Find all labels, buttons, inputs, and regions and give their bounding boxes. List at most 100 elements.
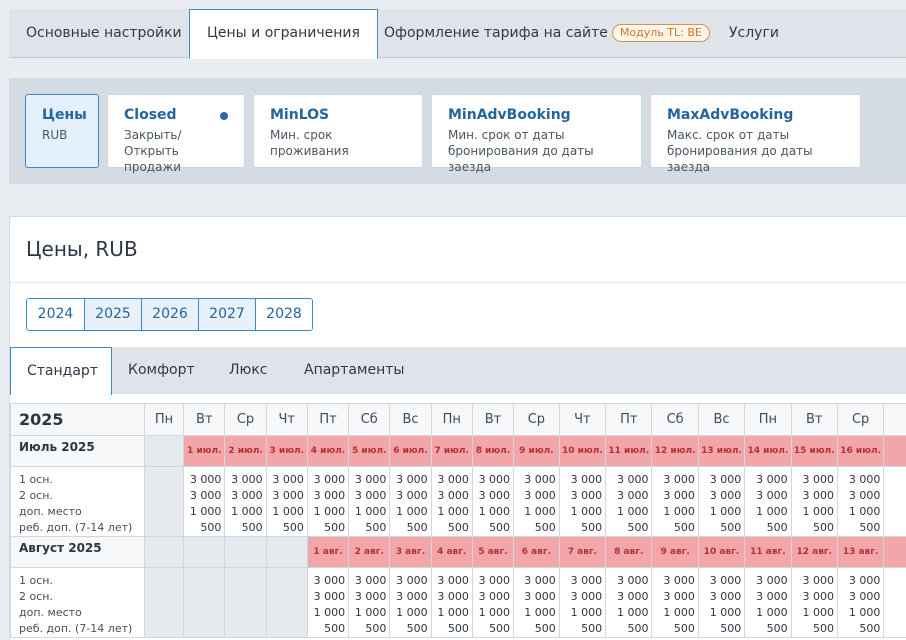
date-header[interactable]: 11 авг. bbox=[744, 536, 792, 568]
price-cell[interactable] bbox=[883, 567, 906, 638]
card-closed[interactable]: Closed Закрыть/Открыть продажи bbox=[107, 94, 245, 174]
date-header[interactable]: 6 июл. bbox=[389, 435, 432, 467]
price-cell[interactable]: 3 000 3 000 1 000 500 bbox=[558, 466, 607, 537]
year-button[interactable]: 2027 bbox=[198, 299, 255, 330]
date-header[interactable]: 2 июл. bbox=[224, 435, 267, 467]
card-prices[interactable]: Цены RUB bbox=[25, 94, 99, 168]
tab-standard[interactable]: Стандарт bbox=[10, 347, 112, 395]
price-value: 500 bbox=[581, 521, 603, 534]
price-cell[interactable]: 3 000 3 000 1 000 500 bbox=[389, 466, 432, 537]
date-header[interactable]: 8 июл. bbox=[471, 435, 515, 467]
tab-basic-settings[interactable]: Основные настройки bbox=[9, 9, 199, 58]
price-value: 3 000 bbox=[437, 574, 469, 587]
occupancy-label: 2 осн. bbox=[19, 590, 53, 603]
date-header[interactable] bbox=[883, 435, 906, 467]
price-cell[interactable]: 3 000 3 000 1 000 500 bbox=[348, 466, 391, 537]
date-header[interactable]: 9 авг. bbox=[651, 536, 699, 568]
price-value: 3 000 bbox=[313, 489, 346, 502]
price-cell[interactable]: 3 000 3 000 1 000 500 bbox=[651, 567, 699, 638]
date-header[interactable]: 13 авг. bbox=[836, 536, 885, 568]
price-cell[interactable]: 3 000 3 000 1 000 500 bbox=[790, 466, 838, 537]
date-header[interactable]: 12 авг. bbox=[790, 536, 838, 568]
price-value: 1 000 bbox=[616, 505, 649, 518]
card-minlos[interactable]: MinLOS Мин. срок проживания bbox=[253, 94, 423, 168]
price-cell[interactable]: 3 000 3 000 1 000 500 bbox=[471, 567, 515, 638]
price-cell[interactable]: 3 000 3 000 1 000 500 bbox=[430, 466, 473, 537]
year-button[interactable]: 2028 bbox=[255, 299, 312, 330]
date-header[interactable]: 1 июл. bbox=[183, 435, 226, 467]
room-type-tabs: Стандарт Комфорт Люкс Апартаменты bbox=[10, 347, 906, 395]
tab-prices-restrictions[interactable]: Цены и ограничения bbox=[189, 9, 378, 59]
price-cell[interactable]: 3 000 3 000 1 000 500 bbox=[513, 466, 560, 537]
tab-comfort[interactable]: Комфорт bbox=[112, 347, 211, 394]
card-desc: бронирования до даты заезда bbox=[667, 144, 813, 174]
price-cell[interactable]: 3 000 3 000 1 000 500 bbox=[605, 567, 653, 638]
date-header[interactable]: 7 июл. bbox=[430, 435, 473, 467]
date-header[interactable]: 11 июл. bbox=[605, 435, 653, 467]
price-value: 1 000 bbox=[848, 606, 881, 619]
price-cell[interactable]: 3 000 3 000 1 000 500 bbox=[265, 466, 308, 537]
card-minadvbooking[interactable]: MinAdvBooking Мин. срок от даты брониров… bbox=[431, 94, 642, 174]
date-header[interactable]: 10 авг. bbox=[697, 536, 746, 568]
price-cell[interactable]: 3 000 3 000 1 000 500 bbox=[389, 567, 432, 638]
date-header[interactable]: 12 июл. bbox=[651, 435, 699, 467]
price-cell[interactable]: 3 000 3 000 1 000 500 bbox=[558, 567, 607, 638]
weekday-header: Ср bbox=[224, 403, 267, 436]
price-value: 3 000 bbox=[437, 473, 469, 486]
divider bbox=[10, 282, 906, 283]
price-cell[interactable]: 3 000 3 000 1 000 500 bbox=[697, 567, 746, 638]
date-header[interactable] bbox=[883, 536, 906, 568]
price-cell[interactable]: 3 000 3 000 1 000 500 bbox=[651, 466, 699, 537]
tab-services[interactable]: Услуги bbox=[712, 9, 796, 58]
date-header[interactable]: 8 авг. bbox=[605, 536, 653, 568]
year-button[interactable]: 2025 bbox=[84, 299, 141, 330]
year-button[interactable]: 2024 bbox=[27, 299, 84, 330]
price-cell[interactable]: 3 000 3 000 1 000 500 bbox=[744, 466, 792, 537]
date-header[interactable]: 5 июл. bbox=[348, 435, 391, 467]
price-value: 3 000 bbox=[437, 489, 469, 502]
date-header[interactable]: 4 июл. bbox=[306, 435, 350, 467]
price-value: 3 000 bbox=[616, 574, 649, 587]
empty-cell bbox=[265, 536, 308, 568]
price-cell[interactable]: 3 000 3 000 1 000 500 bbox=[224, 466, 267, 537]
price-cell[interactable]: 3 000 3 000 1 000 500 bbox=[790, 567, 838, 638]
price-value: 3 000 bbox=[756, 489, 788, 502]
tab-lux[interactable]: Люкс bbox=[213, 347, 283, 394]
date-header[interactable]: 9 июл. bbox=[513, 435, 560, 467]
price-cell[interactable]: 3 000 3 000 1 000 500 bbox=[348, 567, 391, 638]
price-cell[interactable]: 3 000 3 000 1 000 500 bbox=[430, 567, 473, 638]
date-header[interactable]: 7 авг. bbox=[558, 536, 607, 568]
date-header[interactable]: 5 авг. bbox=[471, 536, 515, 568]
date-header[interactable]: 1 авг. bbox=[306, 536, 350, 568]
price-cell[interactable]: 3 000 3 000 1 000 500 bbox=[471, 466, 515, 537]
price-value: 3 000 bbox=[616, 473, 649, 486]
price-cell[interactable] bbox=[883, 466, 906, 537]
price-cell[interactable]: 3 000 3 000 1 000 500 bbox=[513, 567, 560, 638]
price-cell[interactable]: 3 000 3 000 1 000 500 bbox=[183, 466, 226, 537]
price-cell[interactable]: 3 000 3 000 1 000 500 bbox=[306, 567, 350, 638]
date-header[interactable]: 10 июл. bbox=[558, 435, 607, 467]
date-header[interactable]: 15 июл. bbox=[790, 435, 838, 467]
date-header[interactable]: 3 авг. bbox=[389, 536, 432, 568]
price-cell[interactable]: 3 000 3 000 1 000 500 bbox=[605, 466, 653, 537]
tab-label: Цены и ограничения bbox=[207, 25, 360, 41]
date-header[interactable]: 4 авг. bbox=[430, 536, 473, 568]
date-header[interactable]: 16 июл. bbox=[836, 435, 885, 467]
date-header[interactable]: 13 июл. bbox=[697, 435, 746, 467]
price-cell[interactable]: 3 000 3 000 1 000 500 bbox=[306, 466, 350, 537]
tab-apartments[interactable]: Апартаменты bbox=[288, 347, 420, 394]
tab-site-design[interactable]: Оформление тарифа на сайте Модуль TL: BE bbox=[367, 9, 727, 58]
price-cell[interactable]: 3 000 3 000 1 000 500 bbox=[836, 466, 885, 537]
year-button[interactable]: 2026 bbox=[141, 299, 198, 330]
price-cell[interactable]: 3 000 3 000 1 000 500 bbox=[697, 466, 746, 537]
price-cell[interactable]: 3 000 3 000 1 000 500 bbox=[744, 567, 792, 638]
date-header[interactable]: 6 авг. bbox=[513, 536, 560, 568]
price-value: 1 000 bbox=[802, 505, 834, 518]
price-cell[interactable]: 3 000 3 000 1 000 500 bbox=[836, 567, 885, 638]
date-header[interactable]: 2 авг. bbox=[348, 536, 391, 568]
card-title: MaxAdvBooking bbox=[667, 107, 794, 123]
card-maxadvbooking[interactable]: MaxAdvBooking Макс. срок от даты брониро… bbox=[650, 94, 861, 174]
date-header[interactable]: 3 июл. bbox=[265, 435, 308, 467]
module-badge: Модуль TL: BE bbox=[611, 24, 710, 42]
date-header[interactable]: 14 июл. bbox=[744, 435, 792, 467]
